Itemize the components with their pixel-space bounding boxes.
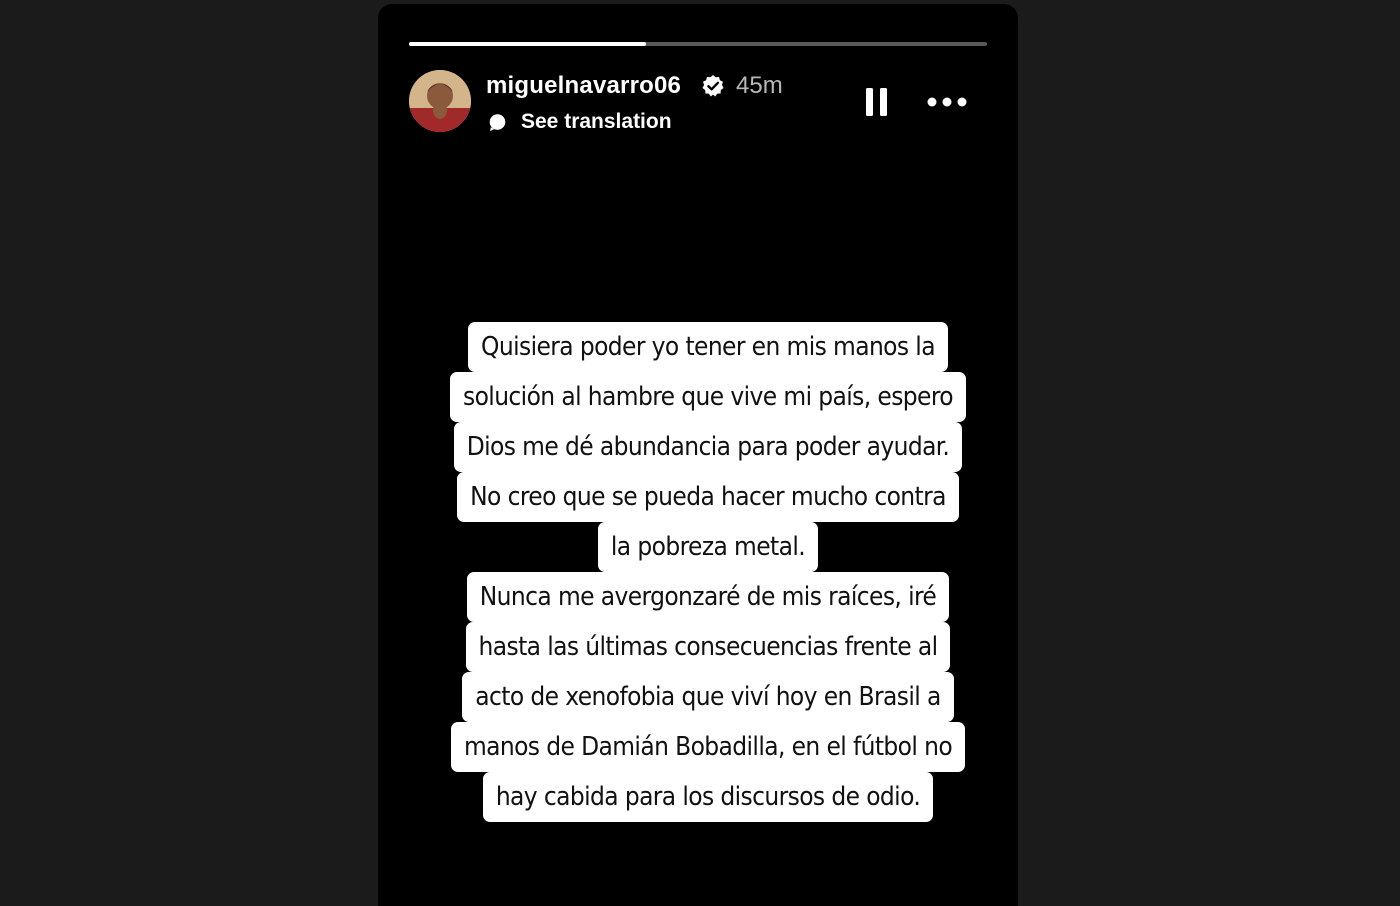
avatar[interactable] xyxy=(409,70,471,132)
verified-badge-icon xyxy=(702,75,724,97)
caption-line: hasta las últimas consecuencias frente a… xyxy=(465,622,951,672)
story-viewer: miguelnavarro06 45m See translation Quis… xyxy=(378,4,1018,906)
story-timestamp: 45m xyxy=(736,72,783,99)
see-translation-label: See translation xyxy=(521,110,672,133)
caption-line: Nunca me avergonzaré de mis raíces, iré xyxy=(466,572,950,622)
caption-line: No creo que se pueda hacer mucho contra xyxy=(457,472,959,522)
caption-line: hay cabida para los discursos de odio. xyxy=(482,772,934,822)
speech-bubble-icon xyxy=(489,113,506,131)
caption-line: manos de Damián Bobadilla, en el fútbol … xyxy=(450,722,966,772)
pause-icon[interactable] xyxy=(862,84,892,120)
story-username[interactable]: miguelnavarro06 xyxy=(486,70,681,102)
see-translation-link[interactable]: See translation xyxy=(488,107,672,137)
more-horizontal-icon[interactable] xyxy=(924,90,970,114)
caption-line: la pobreza metal. xyxy=(597,522,819,572)
story-progress-fill xyxy=(409,42,646,46)
caption-line: Dios me dé abundancia para poder ayudar. xyxy=(453,422,963,472)
avatar-image xyxy=(409,70,471,132)
caption-line: Quisiera poder yo tener en mis manos la xyxy=(468,322,948,372)
caption-line: acto de xenofobia que viví hoy en Brasil… xyxy=(462,672,954,722)
story-caption-text: Quisiera poder yo tener en mis manos la s… xyxy=(418,322,998,822)
story-progress-bar xyxy=(409,42,987,46)
caption-line: solución al hambre que vive mi país, esp… xyxy=(450,372,966,422)
